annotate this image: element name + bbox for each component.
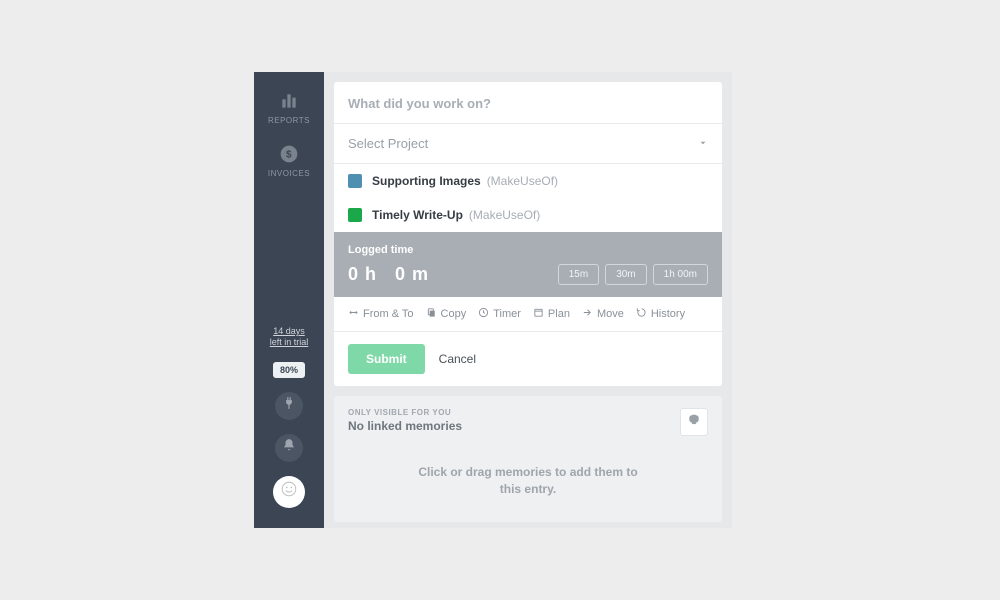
sidebar-item-label: REPORTS [268,116,310,125]
memories-title: No linked memories [348,419,462,433]
memories-private-label: ONLY VISIBLE FOR YOU [348,408,462,417]
memories-drop-hint[interactable]: Click or drag memories to add them to th… [348,464,708,498]
project-name: Timely Write-Up [372,208,463,222]
sidebar-item-label: INVOICES [268,169,310,178]
sidebar-item-invoices[interactable]: $ INVOICES [268,143,310,178]
chip-30m[interactable]: 30m [605,264,646,285]
trial-line-1: 14 days [270,326,309,337]
clock-icon [478,307,489,321]
main-panel: What did you work on? Select Project Sup… [324,72,732,528]
action-label: From & To [363,308,414,320]
logged-time-value[interactable]: 0 h 0 m [348,264,558,285]
memories-panel: ONLY VISIBLE FOR YOU No linked memories … [334,396,722,522]
plug-icon [282,396,296,415]
project-option-0[interactable]: Supporting Images (MakeUseOf) [334,164,722,198]
brain-icon [687,413,701,432]
project-select-label: Select Project [348,136,428,151]
logged-time-label: Logged time [348,244,708,256]
project-client: (MakeUseOf) [487,174,558,188]
work-description-input[interactable]: What did you work on? [334,82,722,123]
chip-1h[interactable]: 1h 00m [653,264,708,285]
action-plan[interactable]: Plan [533,307,570,321]
logged-minutes: 0 m [395,264,429,284]
project-client: (MakeUseOf) [469,208,540,222]
entry-footer: Submit Cancel [334,332,722,386]
logged-hours: 0 h [348,264,377,284]
submit-button[interactable]: Submit [348,344,425,374]
bell-icon [282,438,296,457]
sidebar: REPORTS $ INVOICES 14 days left in trial… [254,72,324,528]
action-move[interactable]: Move [582,307,624,321]
bell-icon-button[interactable] [275,434,303,462]
plug-icon-button[interactable] [275,392,303,420]
app-window: REPORTS $ INVOICES 14 days left in trial… [254,72,732,528]
sidebar-item-reports[interactable]: REPORTS [268,90,310,125]
action-label: Move [597,308,624,320]
time-entry-card: What did you work on? Select Project Sup… [334,82,722,386]
memories-brain-button[interactable] [680,408,708,436]
progress-badge[interactable]: 80% [273,362,305,378]
action-label: History [651,308,685,320]
action-copy[interactable]: Copy [426,307,467,321]
project-color-swatch [348,208,362,222]
trial-line-2: left in trial [270,337,309,348]
calendar-icon [533,307,544,321]
avatar[interactable] [273,476,305,508]
logged-time-panel: Logged time 0 h 0 m 15m 30m 1h 00m [334,232,722,297]
copy-icon [426,307,437,321]
project-option-1[interactable]: Timely Write-Up (MakeUseOf) [334,198,722,232]
bar-chart-icon [278,90,300,112]
arrows-horizontal-icon [348,307,359,321]
svg-text:$: $ [286,149,292,160]
action-label: Copy [441,308,467,320]
cancel-button[interactable]: Cancel [439,352,476,366]
smiley-icon [280,480,298,503]
dollar-circle-icon: $ [278,143,300,165]
action-label: Plan [548,308,570,320]
arrow-right-icon [582,307,593,321]
chip-15m[interactable]: 15m [558,264,599,285]
project-select[interactable]: Select Project [334,124,722,163]
action-history[interactable]: History [636,307,685,321]
project-color-swatch [348,174,362,188]
action-label: Timer [493,308,521,320]
project-name: Supporting Images [372,174,481,188]
action-timer[interactable]: Timer [478,307,521,321]
chevron-down-icon [698,136,708,151]
history-icon [636,307,647,321]
action-from-to[interactable]: From & To [348,307,414,321]
action-bar: From & To Copy Timer Plan Move [334,297,722,331]
trial-status-link[interactable]: 14 days left in trial [270,326,309,348]
quick-time-chips: 15m 30m 1h 00m [558,264,708,285]
